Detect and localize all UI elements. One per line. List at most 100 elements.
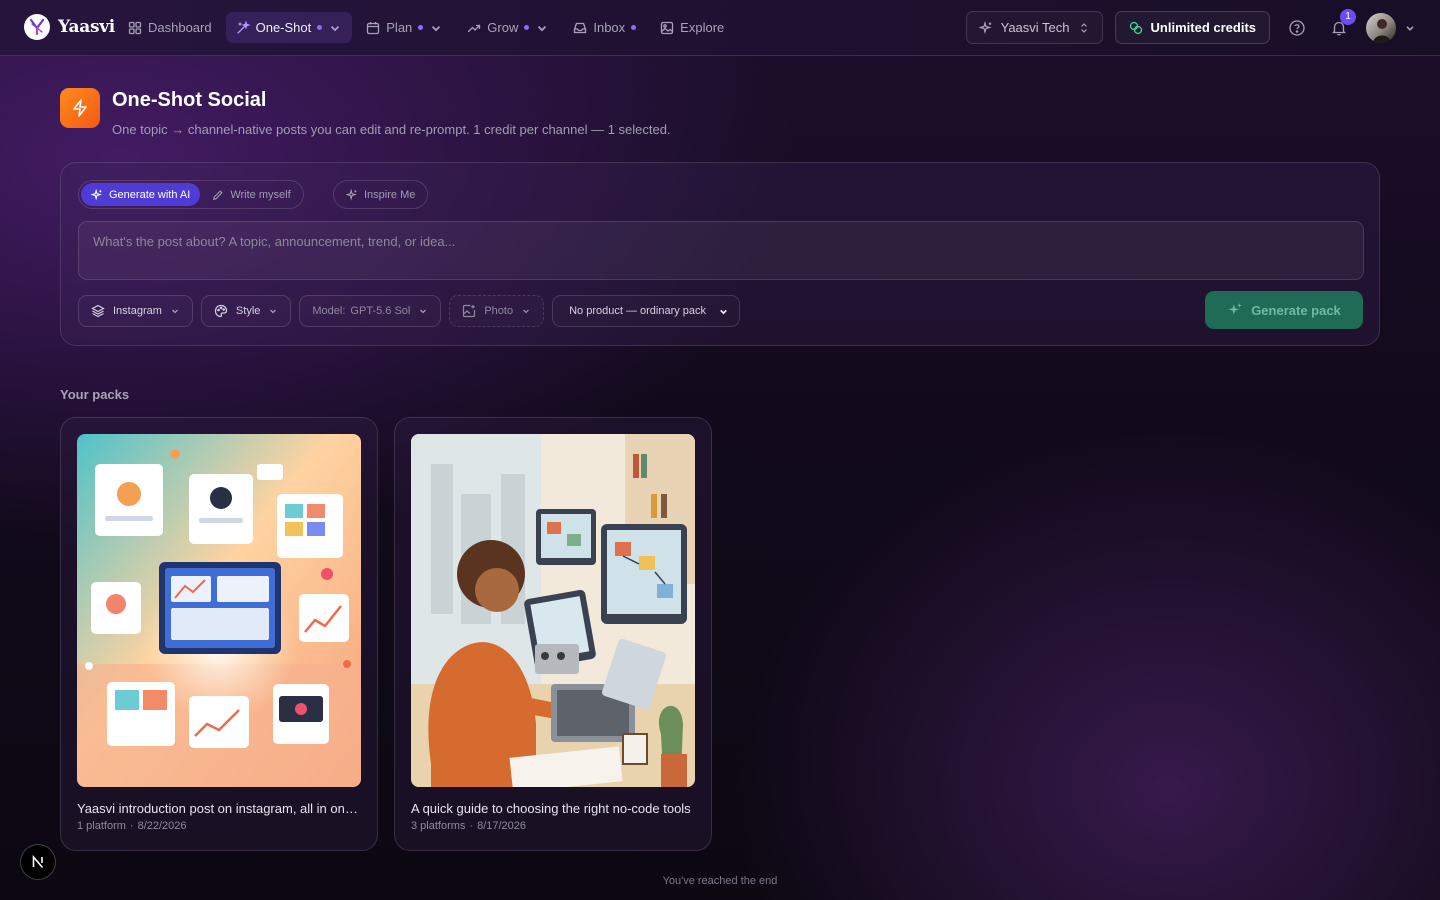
model-dropdown[interactable]: Model: GPT-5.6 Sol [299, 295, 442, 327]
chevron-down-icon [270, 309, 277, 314]
sparkles-icon [91, 188, 103, 200]
mode-label: Generate with AI [109, 188, 191, 201]
nav-menu: Dashboard One-Shot Plan Grow Inbox Explo… [118, 12, 734, 43]
palette-icon [214, 304, 228, 318]
pack-platform-count: 1 platform [77, 820, 126, 832]
mode-label: Write myself [230, 188, 291, 201]
chevron-down-icon [420, 309, 427, 314]
platform-dropdown[interactable]: Instagram [78, 295, 193, 327]
mode-toggle: Generate with AI Write myself [78, 180, 304, 209]
end-of-list-text: You've reached the end [662, 875, 778, 887]
page-header: One-Shot Social One topic → channel-nati… [60, 88, 671, 137]
chevron-updown-icon [1080, 22, 1087, 33]
pack-date: 8/22/2026 [137, 820, 187, 832]
media-label: Photo [484, 305, 514, 317]
new-indicator-dot [631, 25, 637, 30]
pack-title: A quick guide to choosing the right no-c… [411, 801, 691, 816]
nav-item-one-shot[interactable]: One-Shot [225, 12, 353, 43]
product-select-value: No product — ordinary pack [569, 305, 707, 317]
lightning-icon [60, 88, 100, 128]
coins-icon [1129, 21, 1142, 34]
chevron-down-icon [1406, 25, 1414, 31]
nav-item-inbox[interactable]: Inbox [563, 12, 646, 43]
model-prefix: Model: [312, 305, 346, 317]
new-indicator-dot [317, 25, 323, 30]
calendar-icon [367, 21, 380, 34]
notification-count-badge: 1 [1340, 8, 1356, 25]
top-nav: Yaasvi Dashboard One-Shot Plan Grow Inbo… [0, 0, 1440, 56]
nav-item-plan[interactable]: Plan [356, 12, 453, 43]
chevron-down-icon [523, 309, 530, 314]
page-subtitle: One topic → channel-native posts you can… [112, 122, 671, 137]
magic-wand-icon [236, 20, 250, 34]
credits-label: Unlimited credits [1150, 20, 1256, 35]
sparkles-icon [1228, 303, 1243, 315]
nav-item-dashboard[interactable]: Dashboard [118, 12, 222, 43]
product-select[interactable]: No product — ordinary pack [552, 295, 741, 327]
trending-up-icon [468, 24, 481, 32]
chevron-down-icon [171, 309, 178, 314]
workspace-name: Yaasvi Tech [1000, 20, 1070, 35]
generate-label: Generate pack [1251, 302, 1341, 318]
workspace-switcher[interactable]: Yaasvi Tech [965, 11, 1103, 44]
brand[interactable]: Yaasvi [24, 14, 115, 40]
image-plus-icon [463, 304, 476, 318]
inspire-me-button[interactable]: Inspire Me [333, 180, 429, 209]
pencil-icon [213, 189, 223, 200]
write-myself-tab[interactable]: Write myself [202, 183, 300, 206]
page-title: One-Shot Social [112, 89, 267, 111]
pack-thumbnail [411, 434, 695, 787]
layers-icon [91, 304, 105, 318]
pack-meta: 1 platform · 8/22/2026 [77, 820, 187, 832]
nav-item-label: One-Shot [255, 20, 312, 35]
meta-separator: · [469, 820, 474, 832]
chevron-down-icon [538, 25, 547, 31]
nav-right: Yaasvi Tech Unlimited credits 1 [965, 8, 1416, 44]
model-value: GPT-5.6 Sol [350, 305, 411, 317]
brand-name: Yaasvi [58, 17, 115, 37]
avatar [1366, 12, 1396, 43]
nav-item-label: Plan [386, 20, 413, 35]
nav-item-label: Dashboard [148, 20, 212, 35]
generate-pack-button[interactable]: Generate pack [1205, 291, 1363, 329]
sparkles-icon [346, 188, 358, 200]
topic-input[interactable]: What's the post about? A topic, announce… [78, 221, 1364, 280]
nav-item-label: Grow [487, 20, 519, 35]
credits-button[interactable]: Unlimited credits [1114, 11, 1270, 44]
media-type-dropdown[interactable]: Photo [449, 295, 545, 327]
pack-thumbnail [77, 434, 361, 787]
nav-item-label: Inbox [593, 20, 626, 35]
help-circle-icon [1289, 19, 1305, 36]
sparkles-icon [978, 20, 992, 34]
pack-meta: 3 platforms · 8/17/2026 [411, 820, 526, 832]
pack-platform-count: 3 platforms [411, 820, 466, 832]
notifications-button[interactable]: 1 [1324, 8, 1356, 43]
pack-title: Yaasvi introduction post on instagram, a… [77, 801, 363, 816]
pack-date: 8/17/2026 [477, 820, 527, 832]
pack-card[interactable]: Yaasvi introduction post on instagram, a… [60, 417, 378, 851]
options-row: Instagram Style Model: GPT-5.6 Sol Photo… [78, 295, 741, 327]
style-dropdown[interactable]: Style [200, 295, 292, 327]
help-button[interactable] [1282, 13, 1312, 43]
chevron-down-icon [432, 25, 441, 31]
new-indicator-dot [418, 25, 424, 30]
user-menu[interactable] [1366, 12, 1416, 43]
style-label: Style [235, 305, 261, 317]
nav-item-label: Explore [680, 20, 725, 35]
chevron-down-icon [720, 309, 727, 314]
meta-separator: · [129, 820, 134, 832]
generate-with-ai-tab[interactable]: Generate with AI [81, 183, 201, 206]
brand-logo-icon [24, 14, 50, 40]
nav-item-explore[interactable]: Explore [650, 12, 734, 43]
image-gallery-icon [661, 21, 674, 34]
composer-card: Generate with AI Write myself Inspire Me… [60, 162, 1380, 346]
new-indicator-dot [524, 25, 530, 30]
platform-label: Instagram [113, 305, 162, 317]
inspire-label: Inspire Me [364, 188, 416, 201]
grid-icon [128, 21, 142, 34]
nav-item-grow[interactable]: Grow [457, 12, 559, 43]
inbox-icon [574, 22, 587, 33]
pack-card[interactable]: A quick guide to choosing the right no-c… [394, 417, 712, 851]
chevron-down-icon [331, 25, 340, 31]
section-title: Your packs [60, 387, 130, 402]
